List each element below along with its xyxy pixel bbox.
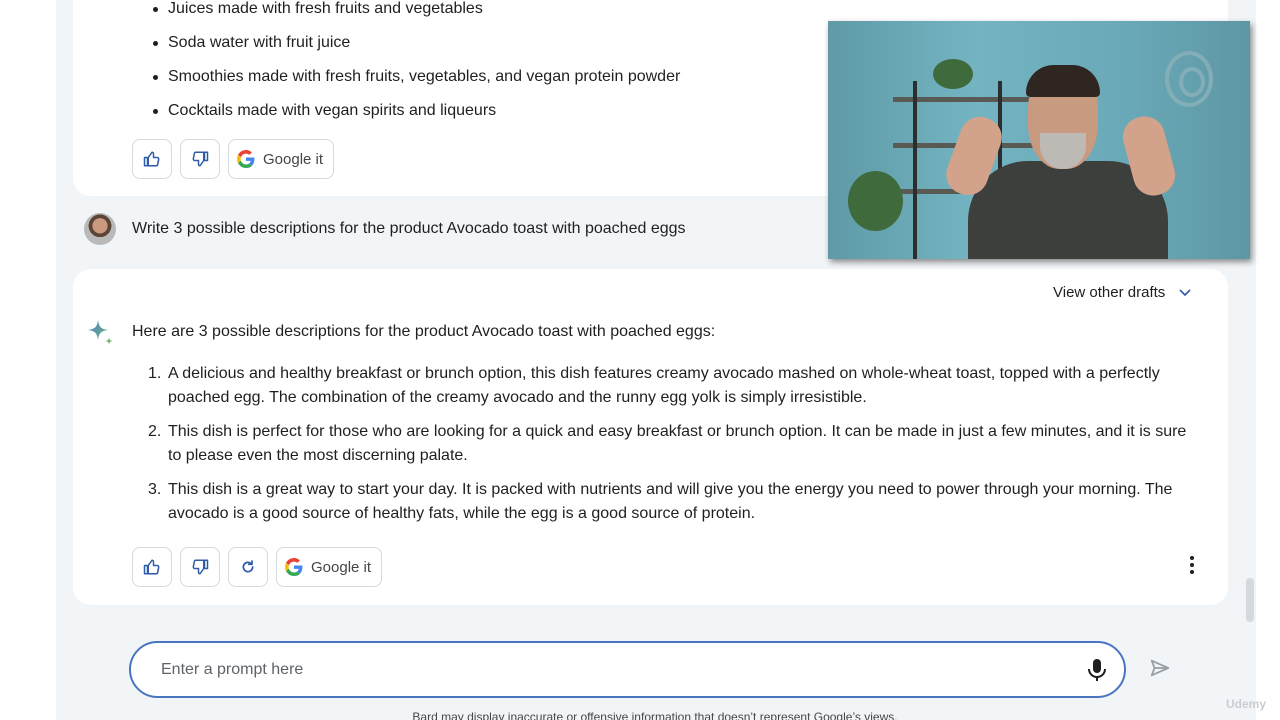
response-item: 2. This dish is perfect for those who are… <box>148 420 1188 468</box>
thumbs-up-icon <box>143 559 160 575</box>
user-avatar <box>84 213 116 245</box>
response-actions: Google it <box>132 547 383 587</box>
user-message: Write 3 possible descriptions for the pr… <box>84 213 686 245</box>
google-it-button[interactable]: Google it <box>228 139 335 179</box>
item-text: A delicious and healthy breakfast or bru… <box>168 365 1160 406</box>
refresh-icon <box>242 560 254 573</box>
chevron-down-icon <box>1179 289 1191 296</box>
user-message-text: Write 3 possible descriptions for the pr… <box>132 220 686 237</box>
google-logo-icon <box>237 150 255 168</box>
bullet-item: Juices made with fresh fruits and vegeta… <box>150 0 680 26</box>
thumbs-up-button[interactable] <box>132 547 172 587</box>
item-number: 2. <box>148 423 162 440</box>
thumbs-down-button[interactable] <box>180 547 220 587</box>
webcam-video-overlay <box>828 21 1250 259</box>
thumbs-down-icon <box>192 559 209 575</box>
response-item: 3. This dish is a great way to start your… <box>148 478 1188 526</box>
item-number: 3. <box>148 481 162 498</box>
thumbs-down-button[interactable] <box>180 139 220 179</box>
response-intro: Here are 3 possible descriptions for the… <box>132 323 716 340</box>
send-icon[interactable] <box>1149 657 1171 679</box>
google-it-label: Google it <box>311 558 372 576</box>
response-item: 1. A delicious and healthy breakfast or b… <box>148 362 1188 410</box>
disclaimer-text: Bard may display inaccurate or offensive… <box>412 710 898 720</box>
bullet-item: Cocktails made with vegan spirits and li… <box>150 94 680 128</box>
google-it-button[interactable]: Google it <box>276 547 383 587</box>
previous-response-actions: Google it <box>132 139 335 179</box>
item-text: This dish is perfect for those who are l… <box>168 423 1187 464</box>
prompt-input[interactable] <box>161 659 1041 681</box>
response-list: 1. A delicious and healthy breakfast or b… <box>148 362 1188 536</box>
scrollbar-thumb[interactable] <box>1246 578 1254 622</box>
more-options-icon[interactable] <box>1182 553 1202 577</box>
thumbs-up-button[interactable] <box>132 139 172 179</box>
udemy-watermark: Udemy <box>1226 697 1267 711</box>
view-other-drafts-button[interactable]: View other drafts <box>1053 284 1193 301</box>
prompt-bar <box>129 641 1126 698</box>
item-number: 1. <box>148 365 162 382</box>
bullet-item: Smoothies made with fresh fruits, vegeta… <box>150 60 680 94</box>
bard-sparkle-icon <box>88 320 113 345</box>
microphone-icon[interactable] <box>1086 658 1108 682</box>
item-text: This dish is a great way to start your d… <box>168 481 1173 522</box>
thumbs-down-icon <box>192 151 209 167</box>
view-other-drafts-label: View other drafts <box>1053 284 1166 301</box>
previous-response-bullets: Juices made with fresh fruits and vegeta… <box>150 0 680 128</box>
bullet-item: Soda water with fruit juice <box>150 26 680 60</box>
google-logo-icon <box>285 558 303 576</box>
regenerate-button[interactable] <box>228 547 268 587</box>
channel-logo-icon <box>1165 51 1213 107</box>
thumbs-up-icon <box>143 151 160 167</box>
google-it-label: Google it <box>263 150 324 168</box>
